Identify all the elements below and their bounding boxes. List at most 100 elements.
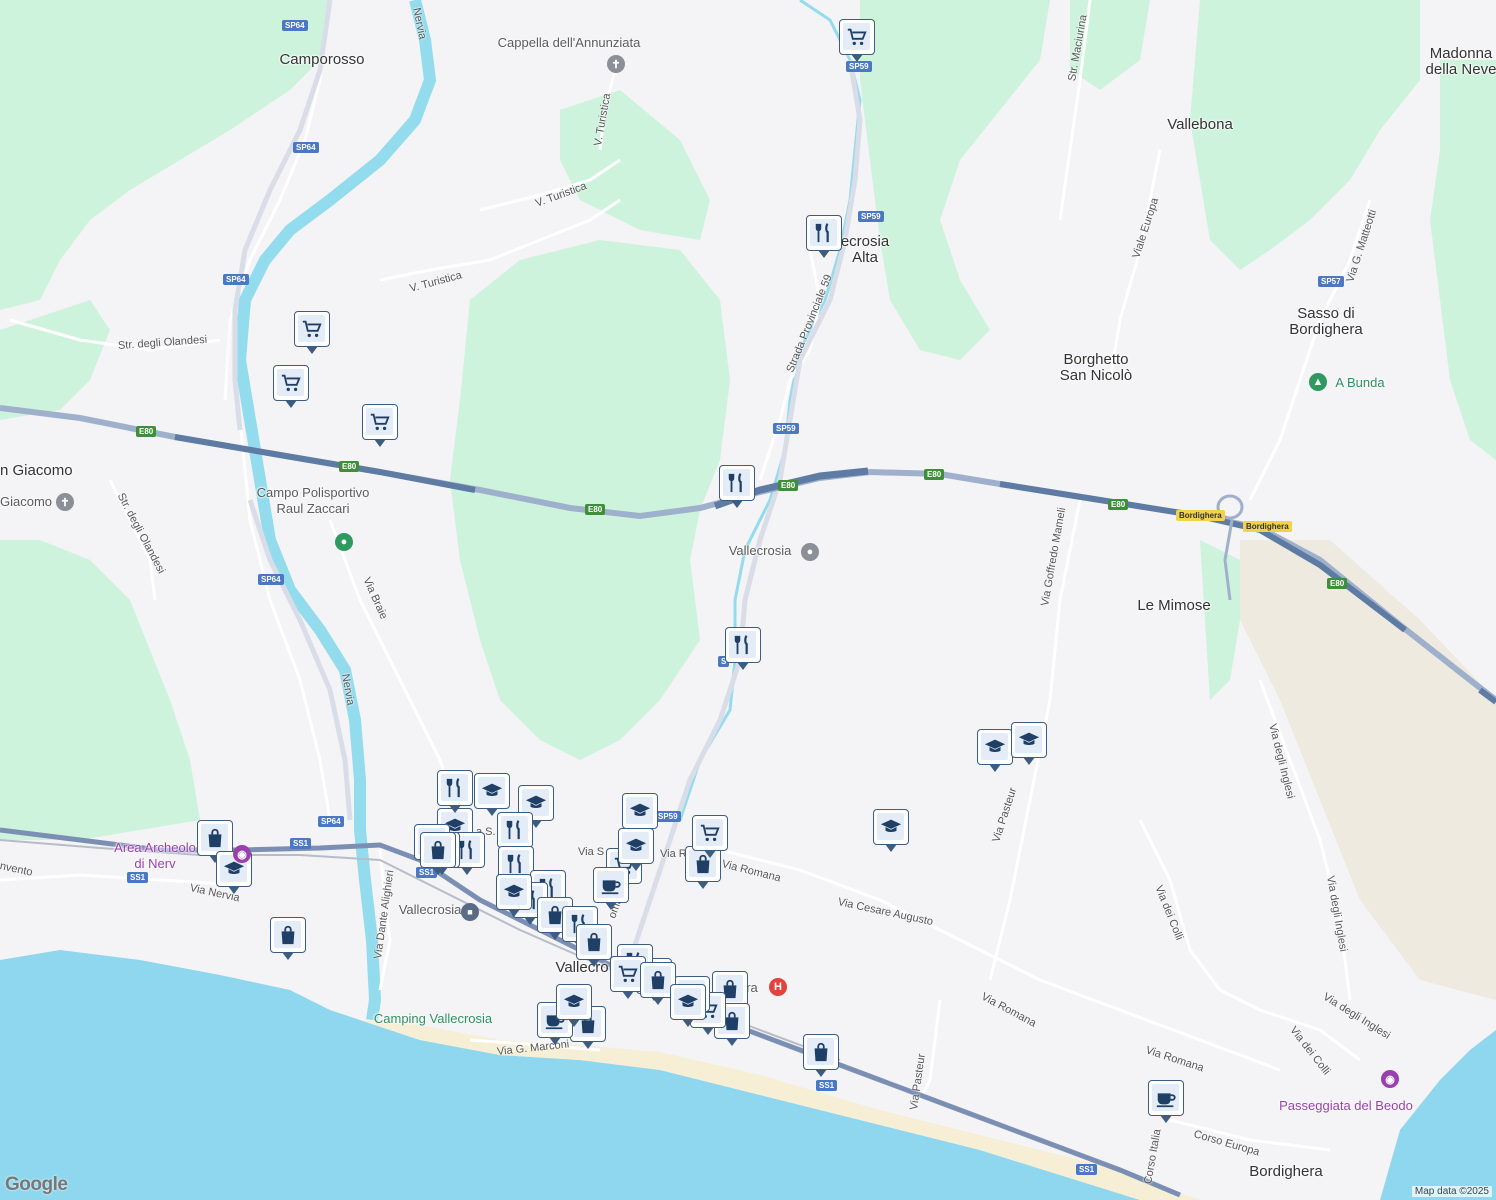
road-shield: SP59 xyxy=(846,61,872,72)
restaurant-icon xyxy=(441,774,468,801)
school-icon xyxy=(478,777,505,804)
street-label[interactable]: Via R xyxy=(660,848,687,860)
shopping-cart-pin[interactable] xyxy=(839,19,875,62)
restaurant-pin[interactable] xyxy=(437,770,473,813)
place-label[interactable]: Le Mimose xyxy=(1137,598,1210,614)
shopping-cart-pin[interactable] xyxy=(294,311,330,354)
school-icon xyxy=(674,988,701,1015)
place-label[interactable]: Vallecro xyxy=(555,960,608,976)
road-shield: SP59 xyxy=(858,211,884,222)
hospital-icon[interactable]: H xyxy=(769,978,787,996)
map-attribution[interactable]: Map data ©2025 xyxy=(1411,1186,1492,1197)
restaurant-icon xyxy=(729,631,756,658)
road-shield: SP57 xyxy=(1318,276,1344,287)
place-label[interactable]: n Giacomo xyxy=(0,463,73,479)
road-shield: E80 xyxy=(924,469,945,480)
shopping-cart-icon xyxy=(843,23,870,50)
coffee-pin[interactable] xyxy=(1148,1080,1184,1123)
town-hall-icon[interactable]: ● xyxy=(801,543,819,561)
road-shield: SP64 xyxy=(318,816,344,827)
camera-icon[interactable]: ◉ xyxy=(1381,1070,1399,1088)
school-icon xyxy=(560,988,587,1015)
road-shield: SP59 xyxy=(773,423,799,434)
school-pin[interactable] xyxy=(618,828,654,871)
restaurant-icon xyxy=(501,816,528,843)
coffee-icon xyxy=(1152,1084,1179,1111)
school-icon xyxy=(1015,726,1042,753)
train-station-icon[interactable]: ■ xyxy=(461,903,479,921)
place-label[interactable]: Vallebona xyxy=(1167,117,1233,133)
shopping-cart-icon xyxy=(298,315,325,342)
place-label[interactable]: Camping Vallecrosia xyxy=(374,1011,492,1027)
shopping-bag-pin[interactable] xyxy=(420,832,456,875)
school-pin[interactable] xyxy=(496,874,532,917)
school-pin[interactable] xyxy=(474,773,510,816)
road-shield: E80 xyxy=(1108,499,1129,510)
restaurant-pin[interactable] xyxy=(725,627,761,670)
school-pin[interactable] xyxy=(556,984,592,1027)
restaurant-pin[interactable] xyxy=(719,465,755,508)
road-shield: SS1 xyxy=(1076,1164,1098,1175)
road-shield: SS1 xyxy=(816,1080,838,1091)
road-shield: E80 xyxy=(585,504,606,515)
shopping-bag-icon xyxy=(424,836,451,863)
place-label[interactable]: Borghetto San Nicolò xyxy=(1060,352,1133,384)
road-shield: SS1 xyxy=(290,838,312,849)
place-label[interactable]: Vallecrosia xyxy=(729,543,792,559)
school-icon xyxy=(877,813,904,840)
place-label[interactable]: Cappella dell'Annunziata xyxy=(498,35,641,51)
place-label[interactable]: A Bunda xyxy=(1335,375,1384,391)
chapel-icon[interactable]: ✝ xyxy=(607,55,625,73)
road-shield: E80 xyxy=(136,426,157,437)
school-pin[interactable] xyxy=(622,793,658,836)
school-icon xyxy=(981,733,1008,760)
place-label[interactable]: Giacomo xyxy=(0,494,52,510)
shopping-bag-icon xyxy=(201,824,228,851)
shopping-cart-pin[interactable] xyxy=(692,815,728,858)
road-shield: SP64 xyxy=(293,142,319,153)
road-shield: SP64 xyxy=(282,20,308,31)
school-icon xyxy=(500,878,527,905)
place-label[interactable]: Vallecrosia xyxy=(399,902,462,918)
road-shield: SP59 xyxy=(655,811,681,822)
place-label[interactable]: Camporosso xyxy=(279,52,364,68)
shopping-cart-pin[interactable] xyxy=(273,365,309,408)
campsite-icon[interactable]: ▲ xyxy=(1309,373,1327,391)
restaurant-icon xyxy=(502,850,529,877)
shopping-cart-icon xyxy=(614,960,641,987)
place-label[interactable]: Madonna della Neve xyxy=(1426,46,1496,78)
place-label[interactable]: Bordighera xyxy=(1249,1164,1322,1180)
place-label[interactable]: Campo Polisportivo Raul Zaccari xyxy=(257,485,370,517)
road-shield: Bordighera xyxy=(1243,521,1292,532)
place-label[interactable]: ecrosia Alta xyxy=(841,234,889,266)
shopping-bag-pin[interactable] xyxy=(803,1034,839,1077)
place-label[interactable]: Sasso di Bordighera xyxy=(1289,306,1362,338)
google-logo: Google xyxy=(5,1174,68,1195)
shopping-cart-icon xyxy=(366,408,393,435)
school-pin[interactable] xyxy=(873,809,909,852)
street-label[interactable]: Via S xyxy=(578,846,604,858)
shopping-bag-icon xyxy=(580,928,607,955)
shopping-cart-icon xyxy=(277,369,304,396)
church-icon[interactable]: ✝ xyxy=(56,493,74,511)
place-label[interactable]: Area Archeolo di Nerv xyxy=(114,840,196,872)
place-label[interactable]: Passeggiata del Beodo xyxy=(1279,1098,1413,1114)
restaurant-pin[interactable] xyxy=(806,215,842,258)
restaurant-pin[interactable] xyxy=(497,812,533,855)
shopping-bag-pin[interactable] xyxy=(576,924,612,967)
museum-icon[interactable]: ◉ xyxy=(233,845,251,863)
restaurant-icon xyxy=(810,219,837,246)
coffee-pin[interactable] xyxy=(593,867,629,910)
school-icon xyxy=(622,832,649,859)
school-pin[interactable] xyxy=(670,984,706,1027)
sports-field-icon[interactable]: ● xyxy=(335,533,353,551)
restaurant-icon xyxy=(723,469,750,496)
school-pin[interactable] xyxy=(1011,722,1047,765)
school-pin[interactable] xyxy=(977,729,1013,772)
shopping-bag-icon xyxy=(644,966,671,993)
road-shield: SP64 xyxy=(258,574,284,585)
shopping-bag-pin[interactable] xyxy=(270,917,306,960)
shopping-cart-pin[interactable] xyxy=(362,404,398,447)
road-shield: E80 xyxy=(778,480,799,491)
shopping-bag-icon xyxy=(274,921,301,948)
